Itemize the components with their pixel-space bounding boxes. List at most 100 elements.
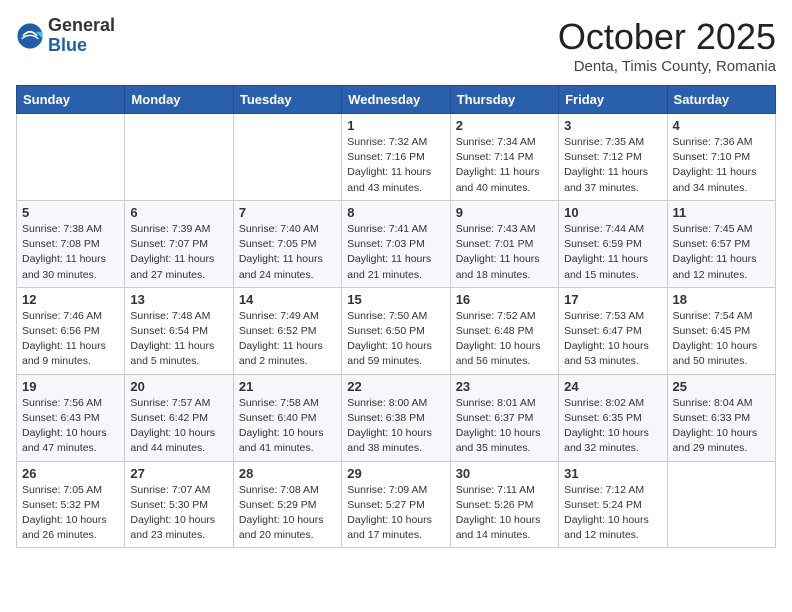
day-info: Sunrise: 7:41 AM Sunset: 7:03 PM Dayligh…	[347, 222, 444, 283]
calendar-cell: 22 Sunrise: 8:00 AM Sunset: 6:38 PM Dayli…	[342, 374, 450, 461]
title-block: October 2025 Denta, Timis County, Romani…	[558, 16, 776, 75]
calendar-cell: 23Sunrise: 8:01 AM Sunset: 6:37 PM Dayli…	[450, 374, 558, 461]
calendar-cell	[233, 114, 341, 201]
day-number: 4	[673, 118, 770, 133]
calendar-cell: 19Sunrise: 7:56 AM Sunset: 6:43 PM Dayli…	[17, 374, 125, 461]
day-info: Sunrise: 7:58 AM Sunset: 6:40 PM Dayligh…	[239, 396, 336, 457]
day-info: Sunrise: 7:54 AM Sunset: 6:45 PM Dayligh…	[673, 309, 770, 370]
calendar-cell: 29 Sunrise: 7:09 AM Sunset: 5:27 PM Dayli…	[342, 461, 450, 548]
day-info: Sunrise: 7:32 AM Sunset: 7:16 PM Dayligh…	[347, 135, 444, 196]
calendar-cell: 3 Sunrise: 7:35 AM Sunset: 7:12 PM Daylig…	[559, 114, 667, 201]
day-number: 1	[347, 118, 444, 133]
day-info: Sunrise: 7:36 AM Sunset: 7:10 PM Dayligh…	[673, 135, 770, 196]
day-number: 18	[673, 292, 770, 307]
day-number: 31	[564, 466, 661, 481]
calendar-cell: 30 Sunrise: 7:11 AM Sunset: 5:26 PM Dayli…	[450, 461, 558, 548]
calendar-cell: 26 Sunrise: 7:05 AM Sunset: 5:32 PM Dayli…	[17, 461, 125, 548]
weekday-header: Friday	[559, 86, 667, 114]
calendar-cell	[17, 114, 125, 201]
calendar-week-row: 1 Sunrise: 7:32 AM Sunset: 7:16 PM Daylig…	[17, 114, 776, 201]
day-info: Sunrise: 7:53 AM Sunset: 6:47 PM Dayligh…	[564, 309, 661, 370]
weekday-header: Monday	[125, 86, 233, 114]
calendar-cell: 5 Sunrise: 7:38 AM Sunset: 7:08 PM Daylig…	[17, 200, 125, 287]
weekday-header: Saturday	[667, 86, 775, 114]
calendar-cell: 18 Sunrise: 7:54 AM Sunset: 6:45 PM Dayli…	[667, 287, 775, 374]
calendar-cell: 25 Sunrise: 8:04 AM Sunset: 6:33 PM Dayli…	[667, 374, 775, 461]
calendar-header-row: SundayMondayTuesdayWednesdayThursdayFrid…	[17, 86, 776, 114]
calendar-table: SundayMondayTuesdayWednesdayThursdayFrid…	[16, 85, 776, 548]
page-header: General Blue October 2025 Denta, Timis C…	[16, 16, 776, 75]
day-info: Sunrise: 7:45 AM Sunset: 6:57 PM Dayligh…	[673, 222, 770, 283]
day-info: Sunrise: 7:07 AM Sunset: 5:30 PM Dayligh…	[130, 483, 227, 544]
weekday-header: Tuesday	[233, 86, 341, 114]
day-number: 26	[22, 466, 119, 481]
calendar-week-row: 5 Sunrise: 7:38 AM Sunset: 7:08 PM Daylig…	[17, 200, 776, 287]
day-info: Sunrise: 7:34 AM Sunset: 7:14 PM Dayligh…	[456, 135, 553, 196]
day-number: 8	[347, 205, 444, 220]
day-info: Sunrise: 7:38 AM Sunset: 7:08 PM Dayligh…	[22, 222, 119, 283]
weekday-header: Sunday	[17, 86, 125, 114]
day-info: Sunrise: 7:49 AM Sunset: 6:52 PM Dayligh…	[239, 309, 336, 370]
day-info: Sunrise: 7:46 AM Sunset: 6:56 PM Dayligh…	[22, 309, 119, 370]
calendar-cell: 10Sunrise: 7:44 AM Sunset: 6:59 PM Dayli…	[559, 200, 667, 287]
day-number: 19	[22, 379, 119, 394]
calendar-cell: 8 Sunrise: 7:41 AM Sunset: 7:03 PM Daylig…	[342, 200, 450, 287]
weekday-header: Wednesday	[342, 86, 450, 114]
day-number: 20	[130, 379, 227, 394]
day-number: 12	[22, 292, 119, 307]
calendar-cell	[125, 114, 233, 201]
calendar-cell: 4 Sunrise: 7:36 AM Sunset: 7:10 PM Daylig…	[667, 114, 775, 201]
calendar-cell: 24 Sunrise: 8:02 AM Sunset: 6:35 PM Dayli…	[559, 374, 667, 461]
calendar-cell: 1 Sunrise: 7:32 AM Sunset: 7:16 PM Daylig…	[342, 114, 450, 201]
calendar-week-row: 19Sunrise: 7:56 AM Sunset: 6:43 PM Dayli…	[17, 374, 776, 461]
calendar-cell: 27Sunrise: 7:07 AM Sunset: 5:30 PM Dayli…	[125, 461, 233, 548]
calendar-cell: 31 Sunrise: 7:12 AM Sunset: 5:24 PM Dayli…	[559, 461, 667, 548]
day-info: Sunrise: 7:57 AM Sunset: 6:42 PM Dayligh…	[130, 396, 227, 457]
calendar-week-row: 26 Sunrise: 7:05 AM Sunset: 5:32 PM Dayli…	[17, 461, 776, 548]
day-number: 16	[456, 292, 553, 307]
day-info: Sunrise: 7:09 AM Sunset: 5:27 PM Dayligh…	[347, 483, 444, 544]
day-info: Sunrise: 7:48 AM Sunset: 6:54 PM Dayligh…	[130, 309, 227, 370]
day-number: 24	[564, 379, 661, 394]
day-info: Sunrise: 8:04 AM Sunset: 6:33 PM Dayligh…	[673, 396, 770, 457]
day-number: 7	[239, 205, 336, 220]
month-title: October 2025	[558, 16, 776, 58]
day-number: 2	[456, 118, 553, 133]
calendar-cell: 28 Sunrise: 7:08 AM Sunset: 5:29 PM Dayli…	[233, 461, 341, 548]
day-info: Sunrise: 7:43 AM Sunset: 7:01 PM Dayligh…	[456, 222, 553, 283]
day-number: 10	[564, 205, 661, 220]
day-number: 17	[564, 292, 661, 307]
day-number: 28	[239, 466, 336, 481]
logo-icon	[16, 22, 44, 50]
calendar-cell: 7 Sunrise: 7:40 AM Sunset: 7:05 PM Daylig…	[233, 200, 341, 287]
day-info: Sunrise: 7:40 AM Sunset: 7:05 PM Dayligh…	[239, 222, 336, 283]
day-info: Sunrise: 8:02 AM Sunset: 6:35 PM Dayligh…	[564, 396, 661, 457]
day-number: 11	[673, 205, 770, 220]
day-number: 14	[239, 292, 336, 307]
day-number: 15	[347, 292, 444, 307]
day-info: Sunrise: 7:11 AM Sunset: 5:26 PM Dayligh…	[456, 483, 553, 544]
calendar-week-row: 12 Sunrise: 7:46 AM Sunset: 6:56 PM Dayli…	[17, 287, 776, 374]
day-info: Sunrise: 8:01 AM Sunset: 6:37 PM Dayligh…	[456, 396, 553, 457]
day-number: 30	[456, 466, 553, 481]
day-number: 9	[456, 205, 553, 220]
logo-general: General	[48, 16, 115, 36]
calendar-cell: 20 Sunrise: 7:57 AM Sunset: 6:42 PM Dayli…	[125, 374, 233, 461]
day-number: 29	[347, 466, 444, 481]
calendar-cell: 6Sunrise: 7:39 AM Sunset: 7:07 PM Daylig…	[125, 200, 233, 287]
day-info: Sunrise: 7:08 AM Sunset: 5:29 PM Dayligh…	[239, 483, 336, 544]
day-number: 25	[673, 379, 770, 394]
day-info: Sunrise: 7:35 AM Sunset: 7:12 PM Dayligh…	[564, 135, 661, 196]
day-info: Sunrise: 7:52 AM Sunset: 6:48 PM Dayligh…	[456, 309, 553, 370]
logo: General Blue	[16, 16, 115, 56]
day-info: Sunrise: 7:39 AM Sunset: 7:07 PM Dayligh…	[130, 222, 227, 283]
day-number: 22	[347, 379, 444, 394]
day-info: Sunrise: 8:00 AM Sunset: 6:38 PM Dayligh…	[347, 396, 444, 457]
location-subtitle: Denta, Timis County, Romania	[558, 58, 776, 75]
day-info: Sunrise: 7:12 AM Sunset: 5:24 PM Dayligh…	[564, 483, 661, 544]
day-number: 3	[564, 118, 661, 133]
calendar-cell: 15Sunrise: 7:50 AM Sunset: 6:50 PM Dayli…	[342, 287, 450, 374]
calendar-cell: 14 Sunrise: 7:49 AM Sunset: 6:52 PM Dayli…	[233, 287, 341, 374]
day-number: 5	[22, 205, 119, 220]
day-info: Sunrise: 7:05 AM Sunset: 5:32 PM Dayligh…	[22, 483, 119, 544]
